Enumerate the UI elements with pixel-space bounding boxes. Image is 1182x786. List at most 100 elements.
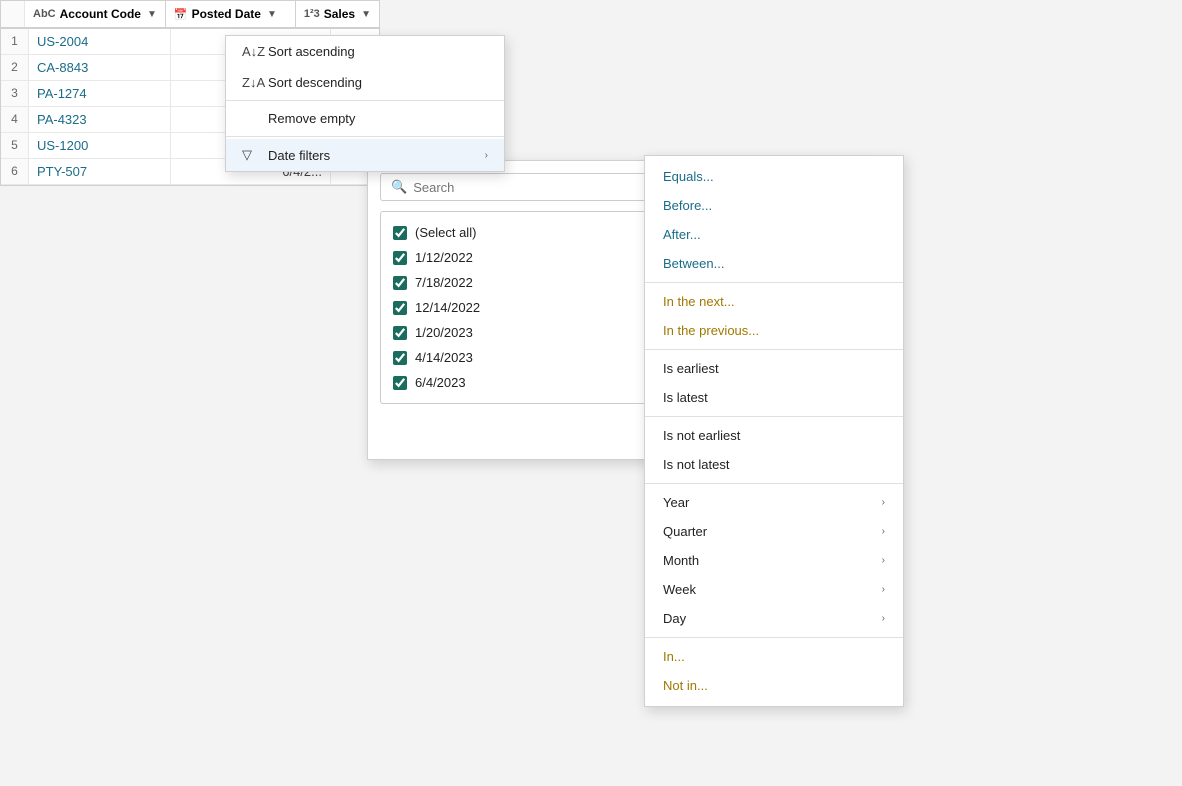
date-type-icon: 📅: [174, 8, 188, 21]
equals-item[interactable]: Equals...: [645, 162, 903, 191]
sales-dropdown-icon[interactable]: ▼: [361, 9, 371, 20]
checkbox-date-2-label: 7/18/2022: [415, 275, 473, 290]
row-number: 5: [1, 133, 29, 158]
after-item[interactable]: After...: [645, 220, 903, 249]
in-previous-item[interactable]: In the previous...: [645, 316, 903, 345]
submenu-divider: [645, 637, 903, 638]
account-code-cell: US-2004: [29, 29, 171, 54]
row-number: 2: [1, 55, 29, 80]
sales-label: Sales: [324, 7, 355, 21]
in-item[interactable]: In...: [645, 642, 903, 671]
column-dropdown-menu: A↓Z Sort ascending Z↓A Sort descending R…: [225, 35, 505, 172]
between-label: Between...: [663, 256, 724, 271]
search-icon: 🔍: [391, 179, 407, 195]
date-filters-arrow-icon: ›: [485, 150, 488, 161]
not-in-label: Not in...: [663, 678, 708, 693]
sort-descending-label: Sort descending: [268, 75, 488, 90]
menu-divider: [226, 136, 504, 137]
menu-divider: [226, 100, 504, 101]
sort-descending-item[interactable]: Z↓A Sort descending: [226, 67, 504, 98]
sort-ascending-icon: A↓Z: [242, 44, 260, 59]
row-number: 6: [1, 159, 29, 184]
week-label: Week: [663, 582, 696, 597]
equals-label: Equals...: [663, 169, 714, 184]
date-filters-item[interactable]: ▽ Date filters ›: [226, 139, 504, 171]
in-label: In...: [663, 649, 685, 664]
account-code-cell: US-1200: [29, 133, 171, 158]
submenu-divider: [645, 282, 903, 283]
checkbox-date-5-label: 4/14/2023: [415, 350, 473, 365]
checkbox-date-2-input[interactable]: [393, 276, 407, 290]
account-code-cell: PTY-507: [29, 159, 171, 184]
is-latest-label: Is latest: [663, 390, 708, 405]
column-header-sales[interactable]: 1²3 Sales ▼: [296, 1, 379, 27]
checkbox-date-6-label: 6/4/2023: [415, 375, 466, 390]
column-header-account-code[interactable]: AbC Account Code ▼: [25, 1, 166, 27]
day-label: Day: [663, 611, 686, 626]
checkbox-select-all-input[interactable]: [393, 226, 407, 240]
account-code-cell: PA-1274: [29, 81, 171, 106]
before-item[interactable]: Before...: [645, 191, 903, 220]
checkbox-select-all-label: (Select all): [415, 225, 476, 240]
number-type-icon: 1²3: [304, 8, 320, 20]
month-arrow-icon: ›: [882, 555, 885, 566]
quarter-item[interactable]: Quarter ›: [645, 517, 903, 546]
in-next-label: In the next...: [663, 294, 735, 309]
checkbox-date-1-label: 1/12/2022: [415, 250, 473, 265]
is-latest-item[interactable]: Is latest: [645, 383, 903, 412]
month-item[interactable]: Month ›: [645, 546, 903, 575]
date-filter-icon: ▽: [242, 147, 260, 163]
checkbox-date-4-input[interactable]: [393, 326, 407, 340]
quarter-label: Quarter: [663, 524, 707, 539]
checkbox-date-3-input[interactable]: [393, 301, 407, 315]
is-not-latest-label: Is not latest: [663, 457, 729, 472]
account-code-dropdown-icon[interactable]: ▼: [147, 9, 157, 20]
account-code-cell: CA-8843: [29, 55, 171, 80]
account-code-cell: PA-4323: [29, 107, 171, 132]
month-label: Month: [663, 553, 699, 568]
before-label: Before...: [663, 198, 712, 213]
posted-date-dropdown-icon[interactable]: ▼: [267, 9, 277, 20]
row-number: 1: [1, 29, 29, 54]
checkbox-date-6-input[interactable]: [393, 376, 407, 390]
table-header: AbC Account Code ▼ 📅 Posted Date ▼ 1²3 S…: [1, 1, 379, 29]
day-arrow-icon: ›: [882, 613, 885, 624]
week-item[interactable]: Week ›: [645, 575, 903, 604]
submenu-divider: [645, 416, 903, 417]
remove-empty-label: Remove empty: [268, 111, 488, 126]
row-number-header: [1, 1, 25, 27]
year-arrow-icon: ›: [882, 497, 885, 508]
is-not-earliest-label: Is not earliest: [663, 428, 740, 443]
sort-descending-icon: Z↓A: [242, 75, 260, 90]
sort-ascending-label: Sort ascending: [268, 44, 488, 59]
in-next-item[interactable]: In the next...: [645, 287, 903, 316]
submenu-divider: [645, 483, 903, 484]
checkbox-date-4-label: 1/20/2023: [415, 325, 473, 340]
is-earliest-item[interactable]: Is earliest: [645, 354, 903, 383]
is-not-latest-item[interactable]: Is not latest: [645, 450, 903, 479]
sort-ascending-item[interactable]: A↓Z Sort ascending: [226, 36, 504, 67]
not-in-item[interactable]: Not in...: [645, 671, 903, 700]
quarter-arrow-icon: ›: [882, 526, 885, 537]
date-filters-label: Date filters: [268, 148, 477, 163]
is-not-earliest-item[interactable]: Is not earliest: [645, 421, 903, 450]
year-item[interactable]: Year ›: [645, 488, 903, 517]
in-previous-label: In the previous...: [663, 323, 759, 338]
checkbox-date-5-input[interactable]: [393, 351, 407, 365]
between-item[interactable]: Between...: [645, 249, 903, 278]
is-earliest-label: Is earliest: [663, 361, 719, 376]
column-header-posted-date[interactable]: 📅 Posted Date ▼: [166, 1, 296, 27]
week-arrow-icon: ›: [882, 584, 885, 595]
row-number: 3: [1, 81, 29, 106]
posted-date-label: Posted Date: [192, 7, 261, 21]
day-item[interactable]: Day ›: [645, 604, 903, 633]
text-type-icon: AbC: [33, 8, 56, 20]
year-label: Year: [663, 495, 689, 510]
remove-empty-item[interactable]: Remove empty: [226, 103, 504, 134]
checkbox-date-1-input[interactable]: [393, 251, 407, 265]
submenu-divider: [645, 349, 903, 350]
after-label: After...: [663, 227, 701, 242]
row-number: 4: [1, 107, 29, 132]
date-filters-submenu: Equals... Before... After... Between... …: [644, 155, 904, 707]
account-code-label: Account Code: [60, 7, 141, 21]
